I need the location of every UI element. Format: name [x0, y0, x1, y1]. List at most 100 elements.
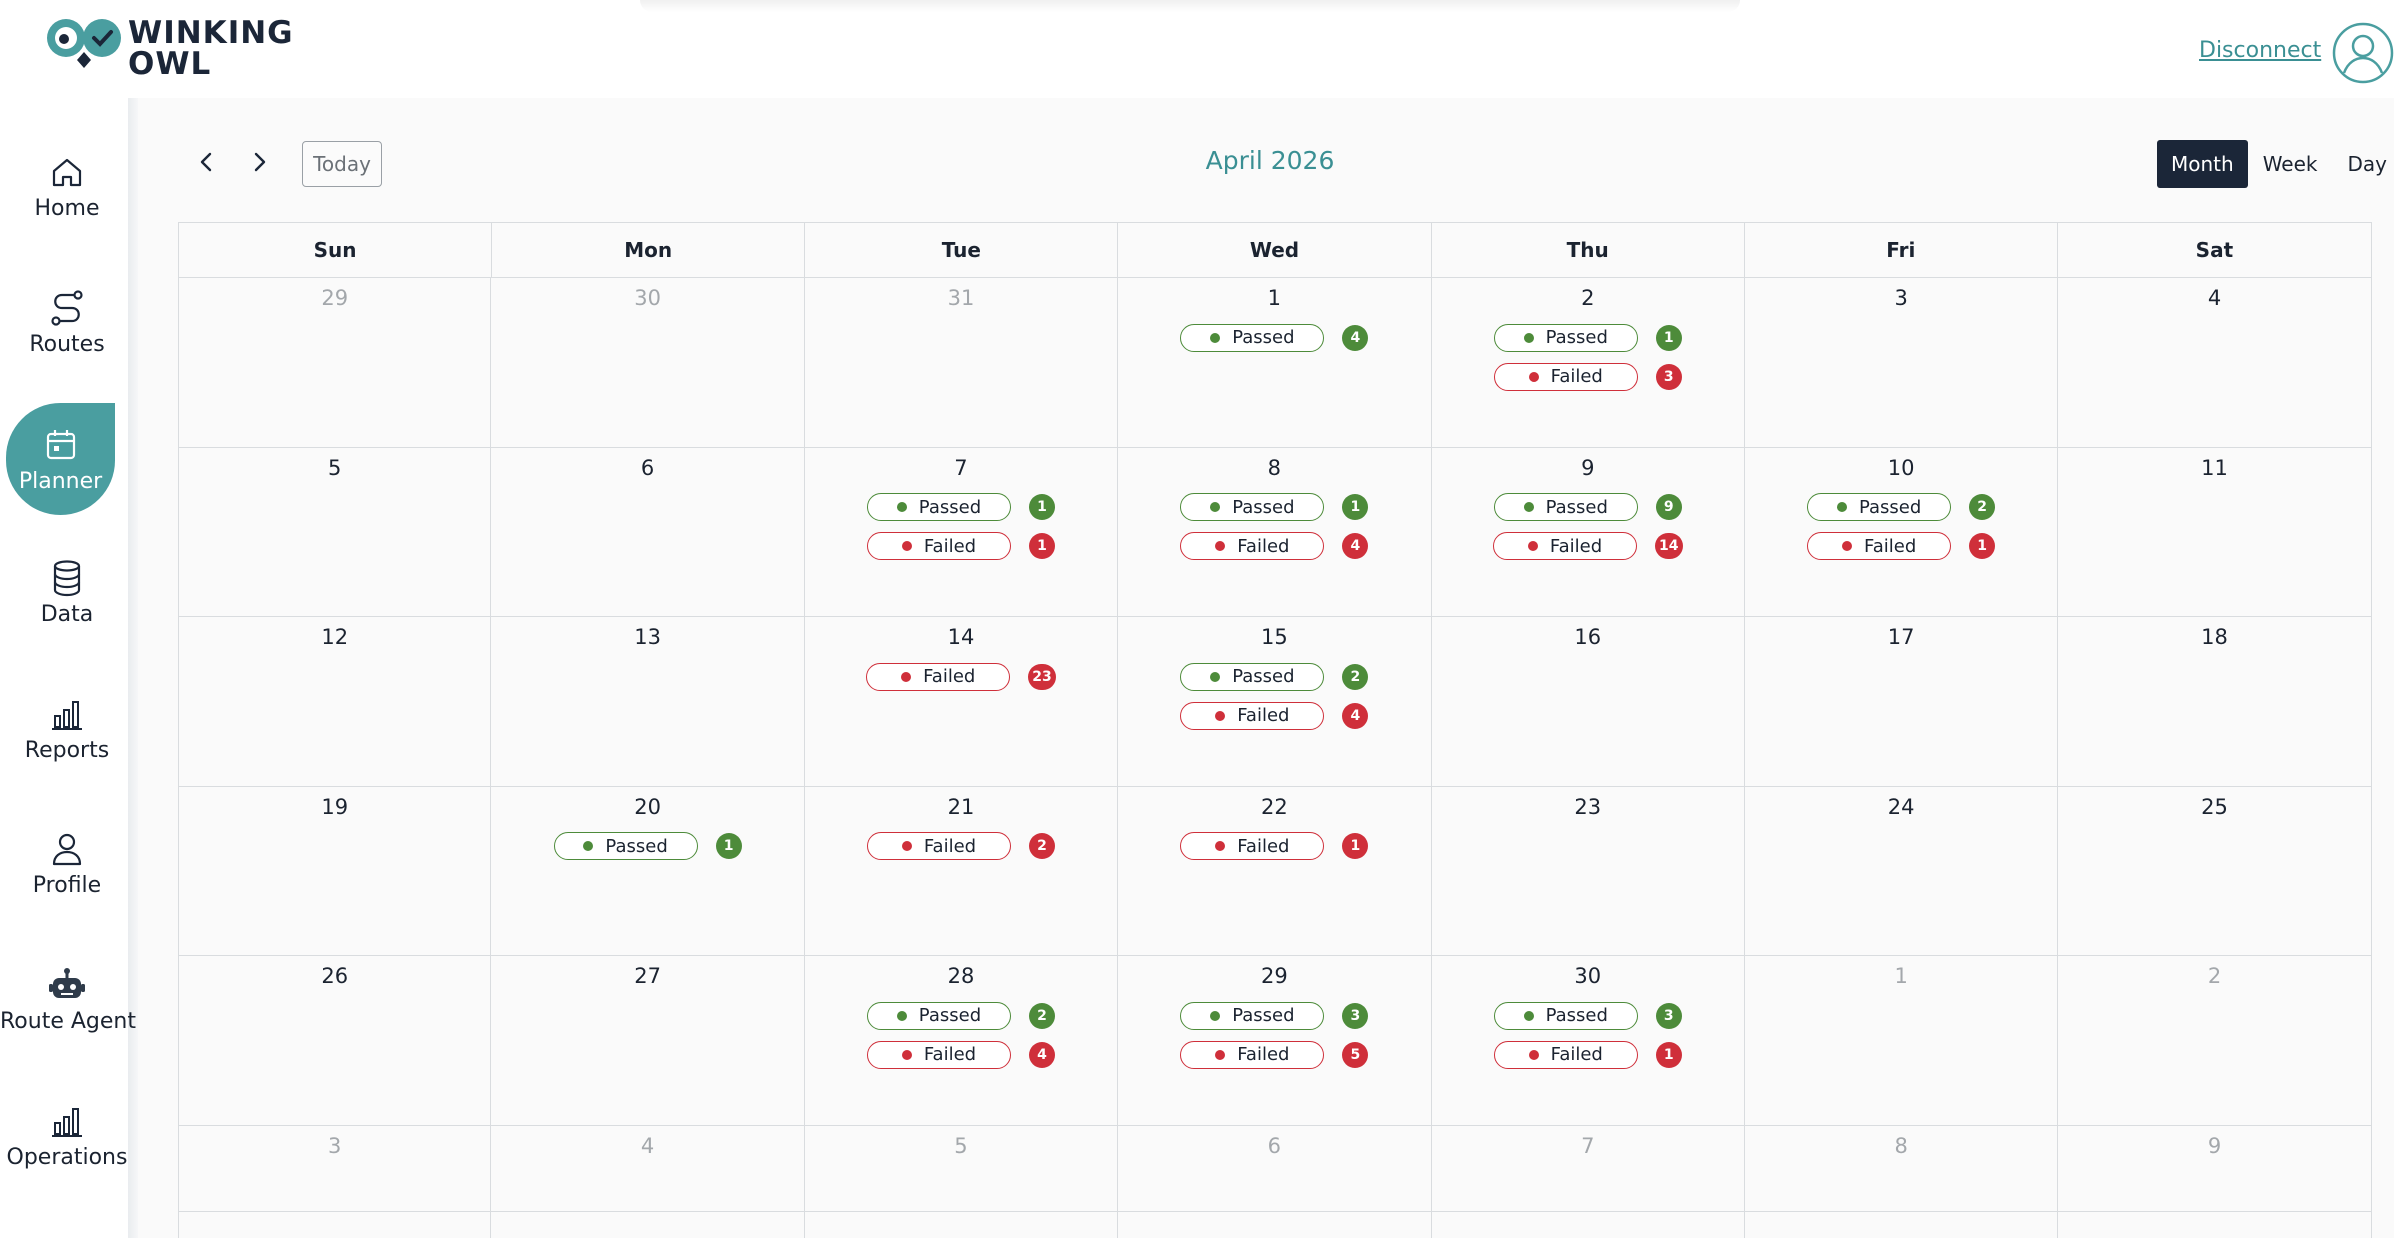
day-cell[interactable]: 6	[1118, 1125, 1432, 1212]
day-cell[interactable]: 11	[2058, 447, 2372, 617]
day-cell[interactable]: 15 Passed 2 Failed 4	[1118, 617, 1432, 787]
sidebar-item-planner[interactable]: Planner	[6, 403, 115, 515]
failed-event-pill[interactable]: Failed	[866, 832, 1011, 860]
event-label: Passed	[1545, 1005, 1608, 1026]
day-number: 21	[947, 794, 975, 819]
day-cell[interactable]: 9	[2058, 1125, 2372, 1212]
day-cell[interactable]: 23	[1431, 786, 1745, 956]
count-badge: 3	[1342, 1002, 1369, 1029]
day-cell[interactable]: 5	[178, 447, 492, 617]
failed-event-pill[interactable]: Failed	[866, 1040, 1011, 1069]
passed-event-pill[interactable]: Passed	[1493, 323, 1638, 352]
sidebar-item-route-agent[interactable]: Route Agent	[0, 965, 136, 1034]
failed-event-pill[interactable]: Failed	[866, 662, 1011, 691]
day-cell[interactable]: 29	[178, 278, 492, 448]
day-cell[interactable]: 22 Failed 1	[1118, 786, 1432, 956]
day-cell[interactable]: 2	[2058, 956, 2372, 1126]
status-dot-icon	[1210, 1010, 1221, 1021]
failed-event-pill[interactable]: Failed	[1493, 362, 1638, 391]
day-cell[interactable]: 3	[1744, 278, 2059, 448]
day-cell[interactable]: 12	[178, 617, 492, 787]
day-cell[interactable]: 4	[491, 1125, 805, 1212]
day-cell[interactable]: 20 Passed 1	[491, 786, 805, 956]
day-cell[interactable]: 9 Passed 9 Failed 14	[1431, 447, 1745, 617]
day-number: 9	[2207, 1133, 2222, 1158]
day-cell[interactable]: 30	[491, 278, 805, 448]
day-cell[interactable]: 21 Failed 2	[804, 786, 1119, 956]
failed-event-pill[interactable]: Failed	[1807, 532, 1952, 560]
day-cell[interactable]: 17	[1744, 617, 2059, 787]
passed-event-pill[interactable]: Passed	[1493, 1001, 1638, 1030]
weekday-wed: Wed	[1118, 223, 1432, 277]
event-list: Failed 1	[1118, 827, 1430, 866]
view-month-button[interactable]: Month	[2157, 140, 2248, 188]
view-week-button[interactable]: Week	[2248, 140, 2333, 188]
day-cell[interactable]: 2 Passed 1 Failed 3	[1431, 278, 1745, 448]
event-row: Failed 2	[866, 827, 1055, 866]
avatar[interactable]	[2332, 22, 2394, 84]
event-label: Passed	[1232, 496, 1295, 518]
passed-event-pill[interactable]: Passed	[866, 1001, 1011, 1030]
sidebar-item-profile[interactable]: Profile	[0, 829, 134, 898]
day-cell[interactable]: 4	[2058, 278, 2372, 448]
day-cell[interactable]: 27	[491, 956, 805, 1126]
robot-icon	[49, 968, 85, 998]
day-cell[interactable]: 24	[1744, 786, 2059, 956]
day-cell[interactable]: 8	[1744, 1125, 2059, 1212]
passed-event-pill[interactable]: Passed	[1493, 493, 1638, 521]
sidebar-item-data[interactable]: Data	[0, 558, 134, 627]
day-cell[interactable]: 3	[178, 1125, 492, 1212]
brand-logo[interactable]: WINKING OWL	[44, 18, 293, 80]
event-label: Failed	[1237, 705, 1290, 726]
day-cell[interactable]: 1	[1744, 956, 2059, 1126]
day-cell[interactable]: 6	[491, 447, 805, 617]
day-number: 15	[1261, 625, 1288, 649]
failed-event-pill[interactable]: Failed	[1493, 1040, 1638, 1069]
sidebar-item-operations[interactable]: Operations	[0, 1101, 134, 1170]
day-cell[interactable]: 1 Passed 4	[1118, 278, 1432, 448]
day-cell[interactable]: 29 Passed 3 Failed 5	[1118, 956, 1432, 1126]
home-icon	[52, 158, 82, 187]
sidebar-item-home[interactable]: Home	[0, 152, 134, 221]
failed-event-pill[interactable]: Failed	[1180, 1040, 1325, 1069]
day-cell[interactable]: 14 Failed 23	[804, 617, 1119, 787]
failed-event-pill[interactable]: Failed	[1180, 832, 1325, 860]
day-cell[interactable]: 8 Passed 1 Failed 4	[1118, 447, 1432, 617]
day-cell[interactable]: 10 Passed 2 Failed 1	[1744, 447, 2059, 617]
day-cell[interactable]: 30 Passed 3 Failed 1	[1431, 956, 1745, 1126]
event-label: Failed	[1237, 835, 1290, 857]
passed-event-pill[interactable]: Passed	[1180, 662, 1325, 691]
passed-event-pill[interactable]: Passed	[1180, 323, 1325, 352]
count-badge: 14	[1655, 533, 1683, 559]
passed-event-pill[interactable]: Passed	[1180, 1001, 1325, 1030]
failed-event-pill[interactable]: Failed	[1180, 532, 1325, 560]
day-cell[interactable]: 19	[178, 786, 492, 956]
day-cell[interactable]: 5	[804, 1125, 1119, 1212]
day-cell[interactable]: 7	[1431, 1125, 1745, 1212]
today-button[interactable]: Today	[302, 141, 382, 187]
failed-event-pill[interactable]: Failed	[1493, 532, 1638, 560]
count-badge: 4	[1342, 533, 1369, 559]
next-month-button[interactable]	[244, 142, 276, 182]
event-label: Passed	[918, 496, 982, 518]
passed-event-pill[interactable]: Passed	[1807, 493, 1952, 521]
day-cell[interactable]: 7 Passed 1 Failed 1	[804, 447, 1119, 617]
passed-event-pill[interactable]: Passed	[553, 832, 698, 860]
day-cell[interactable]: 31	[804, 278, 1119, 448]
week-row: 26 27 28 Passed 2 Failed 4 29 Passed 3 Failed 5 30 Pa…	[178, 956, 2372, 1126]
day-cell[interactable]: 28 Passed 2 Failed 4	[804, 956, 1119, 1126]
sidebar-item-routes[interactable]: Routes	[0, 288, 134, 357]
day-cell[interactable]: 16	[1431, 617, 1745, 787]
day-cell[interactable]: 13	[491, 617, 805, 787]
passed-event-pill[interactable]: Passed	[1180, 493, 1325, 521]
day-cell[interactable]: 18	[2058, 617, 2372, 787]
disconnect-link[interactable]: Disconnect	[2199, 38, 2321, 63]
failed-event-pill[interactable]: Failed	[866, 532, 1011, 560]
view-day-button[interactable]: Day	[2332, 140, 2394, 188]
sidebar-item-reports[interactable]: Reports	[0, 694, 134, 763]
passed-event-pill[interactable]: Passed	[866, 493, 1011, 521]
prev-month-button[interactable]	[190, 142, 222, 182]
day-cell[interactable]: 25	[2058, 786, 2372, 956]
failed-event-pill[interactable]: Failed	[1180, 701, 1325, 730]
day-cell[interactable]: 26	[178, 956, 492, 1126]
